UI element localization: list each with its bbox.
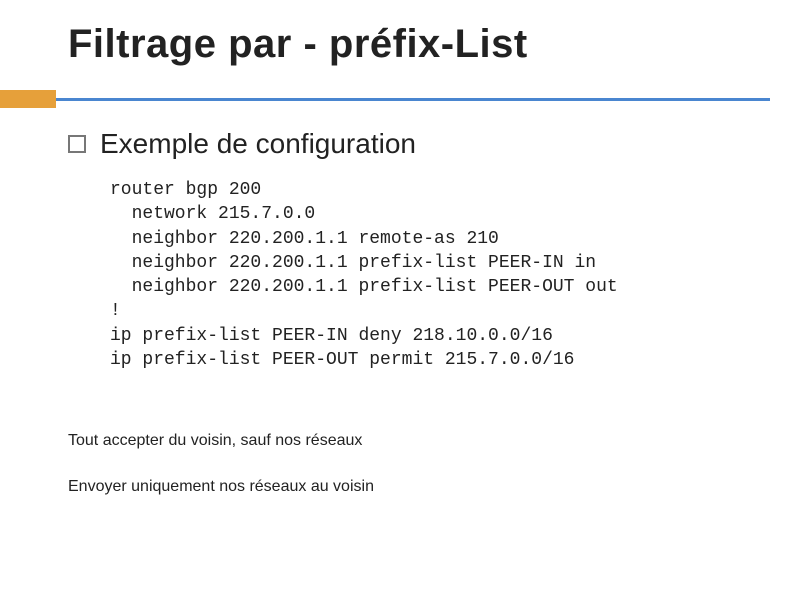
bullet-box-icon [68,135,86,153]
config-code-block: router bgp 200 network 215.7.0.0 neighbo… [110,178,618,372]
accent-bar [0,90,56,108]
slide-title: Filtrage par - préfix-List [68,22,528,67]
note-accept: Tout accepter du voisin, sauf nos réseau… [68,432,362,450]
section-row: Exemple de configuration [68,128,416,160]
section-heading: Exemple de configuration [100,128,416,160]
title-rule [56,98,770,101]
note-send: Envoyer uniquement nos réseaux au voisin [68,478,374,496]
